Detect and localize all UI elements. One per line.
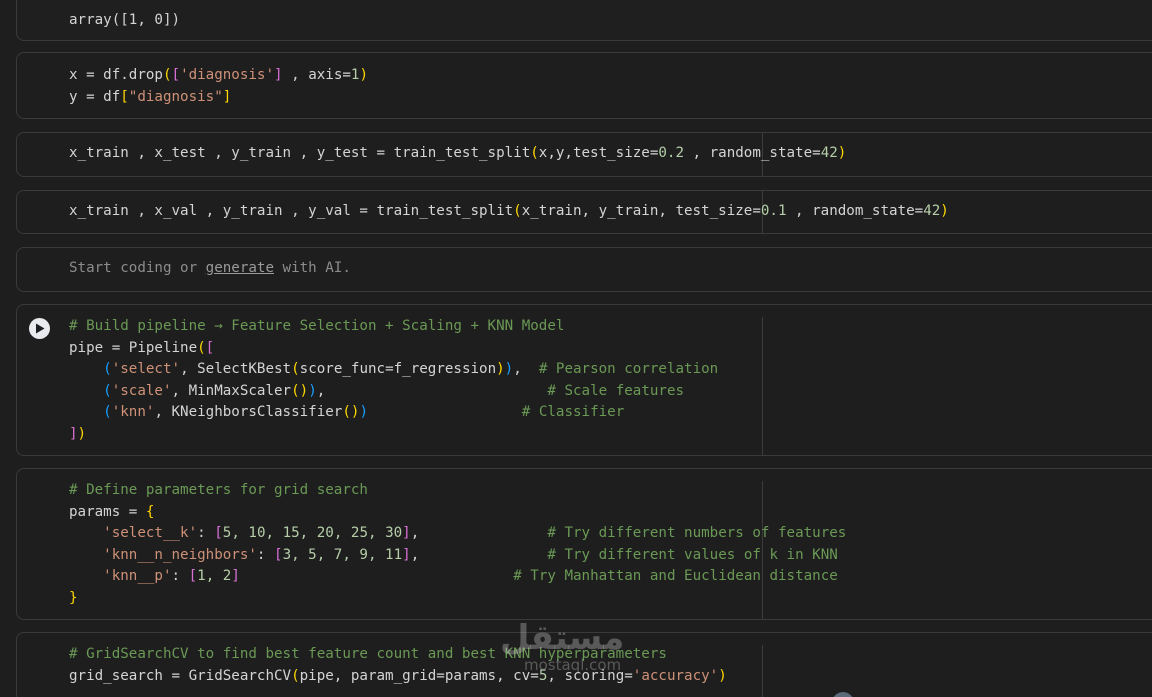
code-line: 'select__k': [5, 10, 15, 20, 25, 30], # … <box>103 525 847 542</box>
code-line: x = df.drop(['diagnosis'] , axis=1) <box>69 67 369 83</box>
code-line: pipe = Pipeline([ <box>69 339 215 356</box>
ruler-line <box>762 317 763 455</box>
output-text: array([1, 0]) <box>69 12 181 28</box>
code-line: # GridSearchCV to find best feature coun… <box>69 646 667 662</box>
code-cell-empty[interactable]: Start coding or generate with AI. <box>16 247 1152 292</box>
code-line: y = df["diagnosis"] <box>69 88 232 105</box>
code-cell-params[interactable]: # Define parameters for grid search para… <box>16 468 1152 620</box>
play-icon <box>35 323 44 334</box>
code-cell-split-val[interactable]: x_train , x_val , y_train , y_val = trai… <box>16 190 1152 234</box>
code-line: params = { <box>69 503 155 520</box>
code-line: ('select', SelectKBest(score_func=f_regr… <box>103 361 719 378</box>
run-cell-button[interactable] <box>29 318 50 339</box>
output-cell-array: array([1, 0]) <box>16 0 1152 41</box>
code-line: ('knn', KNeighborsClassifier()) # Classi… <box>103 404 625 421</box>
code-line: 'knn__n_neighbors': [3, 5, 7, 9, 11], # … <box>103 546 838 563</box>
code-line: } <box>69 590 78 606</box>
code-line: # Build pipeline → Feature Selection + S… <box>69 318 565 334</box>
placeholder-text: Start coding or generate with AI. <box>69 260 351 276</box>
code-cell-grid-search[interactable]: # GridSearchCV to find best feature coun… <box>16 632 1152 697</box>
code-line: 'knn__p': [1, 2] # Try Manhattan and Euc… <box>103 568 838 585</box>
code-cell-split-test[interactable]: x_train , x_test , y_train , y_test = tr… <box>16 132 1152 177</box>
code-line: # Define parameters for grid search <box>69 482 368 498</box>
code-cell-xy[interactable]: x = df.drop(['diagnosis'] , axis=1) y = … <box>16 52 1152 119</box>
code-line: ]) <box>69 426 87 442</box>
generate-link[interactable]: generate <box>206 260 274 276</box>
ruler-line <box>762 645 763 697</box>
code-cell-pipeline[interactable]: # Build pipeline → Feature Selection + S… <box>16 304 1152 456</box>
code-line: grid_search = GridSearchCV(pipe, param_g… <box>69 667 727 684</box>
code-line: x_train , x_test , y_train , y_test = tr… <box>69 145 847 161</box>
code-line: ('scale', MinMaxScaler()), # Scale featu… <box>103 382 685 399</box>
code-line: x_train , x_val , y_train , y_val = trai… <box>69 203 949 219</box>
